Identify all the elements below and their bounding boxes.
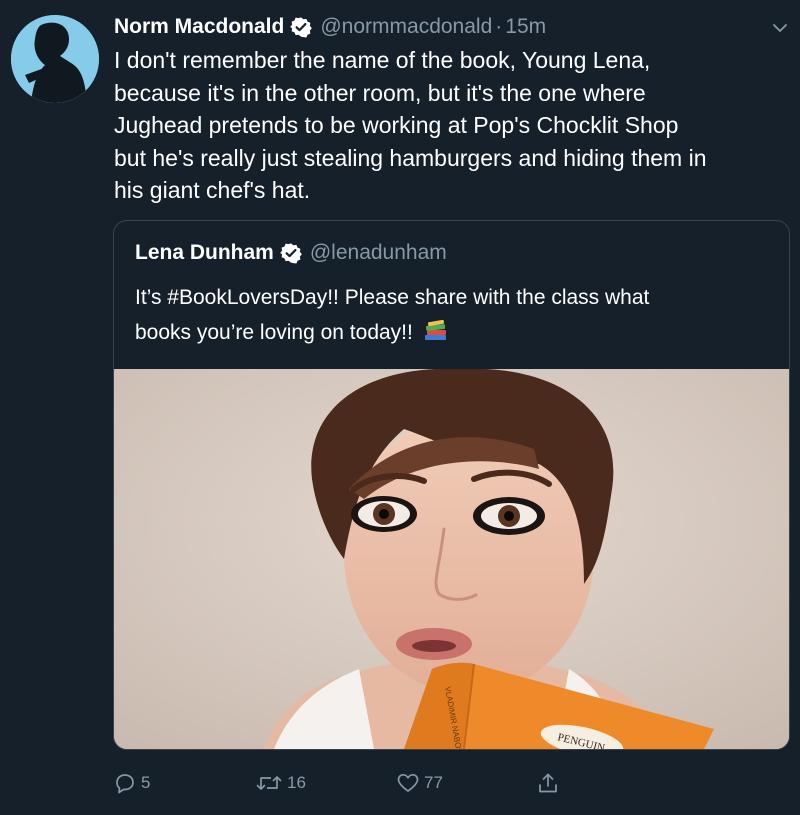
quoted-tweet-image[interactable]: VLADIMIR NABOKOV PENGUIN xyxy=(114,368,789,749)
tweet-actions: 5 16 77 xyxy=(0,763,800,803)
author-avatar[interactable] xyxy=(11,15,99,103)
chevron-down-icon[interactable] xyxy=(770,18,790,38)
author-name[interactable]: Norm Macdonald xyxy=(114,15,284,39)
like-button[interactable]: 77 xyxy=(396,763,443,803)
quoted-text-line1: It’s #BookLoversDay!! Please share with … xyxy=(135,286,650,309)
reply-button[interactable]: 5 xyxy=(113,763,150,803)
retweet-button[interactable]: 16 xyxy=(255,763,306,803)
tweet-text: I don't remember the name of the book, Y… xyxy=(114,47,707,203)
like-count: 77 xyxy=(424,773,443,792)
reply-icon xyxy=(116,774,134,794)
quoted-text-line2: books you’re loving on today!! xyxy=(135,321,413,344)
author-handle[interactable]: @normmacdonald xyxy=(320,15,492,39)
reply-count: 5 xyxy=(141,773,151,792)
tweet-timestamp[interactable]: 15m xyxy=(505,15,546,39)
heart-icon xyxy=(397,773,419,792)
retweet-icon xyxy=(256,776,282,790)
header-separator: · xyxy=(495,15,503,38)
books-emoji-icon xyxy=(423,318,449,340)
share-button[interactable] xyxy=(536,763,560,803)
tweet-header: Norm Macdonald @normmacdonald · 15m xyxy=(114,9,546,45)
quoted-author-handle: @lenadunham xyxy=(309,241,447,264)
quoted-tweet[interactable]: Lena Dunham @lenadunham It’s #BookLovers… xyxy=(113,220,790,750)
portrait-image: VLADIMIR NABOKOV PENGUIN xyxy=(114,368,789,749)
verified-badge-icon xyxy=(290,16,313,38)
avatar-silhouette-icon xyxy=(11,15,99,103)
retweet-count: 16 xyxy=(287,773,306,792)
quoted-tweet-header: Lena Dunham @lenadunham xyxy=(135,237,447,269)
quoted-author-name: Lena Dunham xyxy=(135,241,274,264)
verified-badge-icon xyxy=(280,242,302,264)
quoted-tweet-text: It’s #BookLoversDay!! Please share with … xyxy=(135,280,775,350)
share-icon xyxy=(539,773,557,793)
